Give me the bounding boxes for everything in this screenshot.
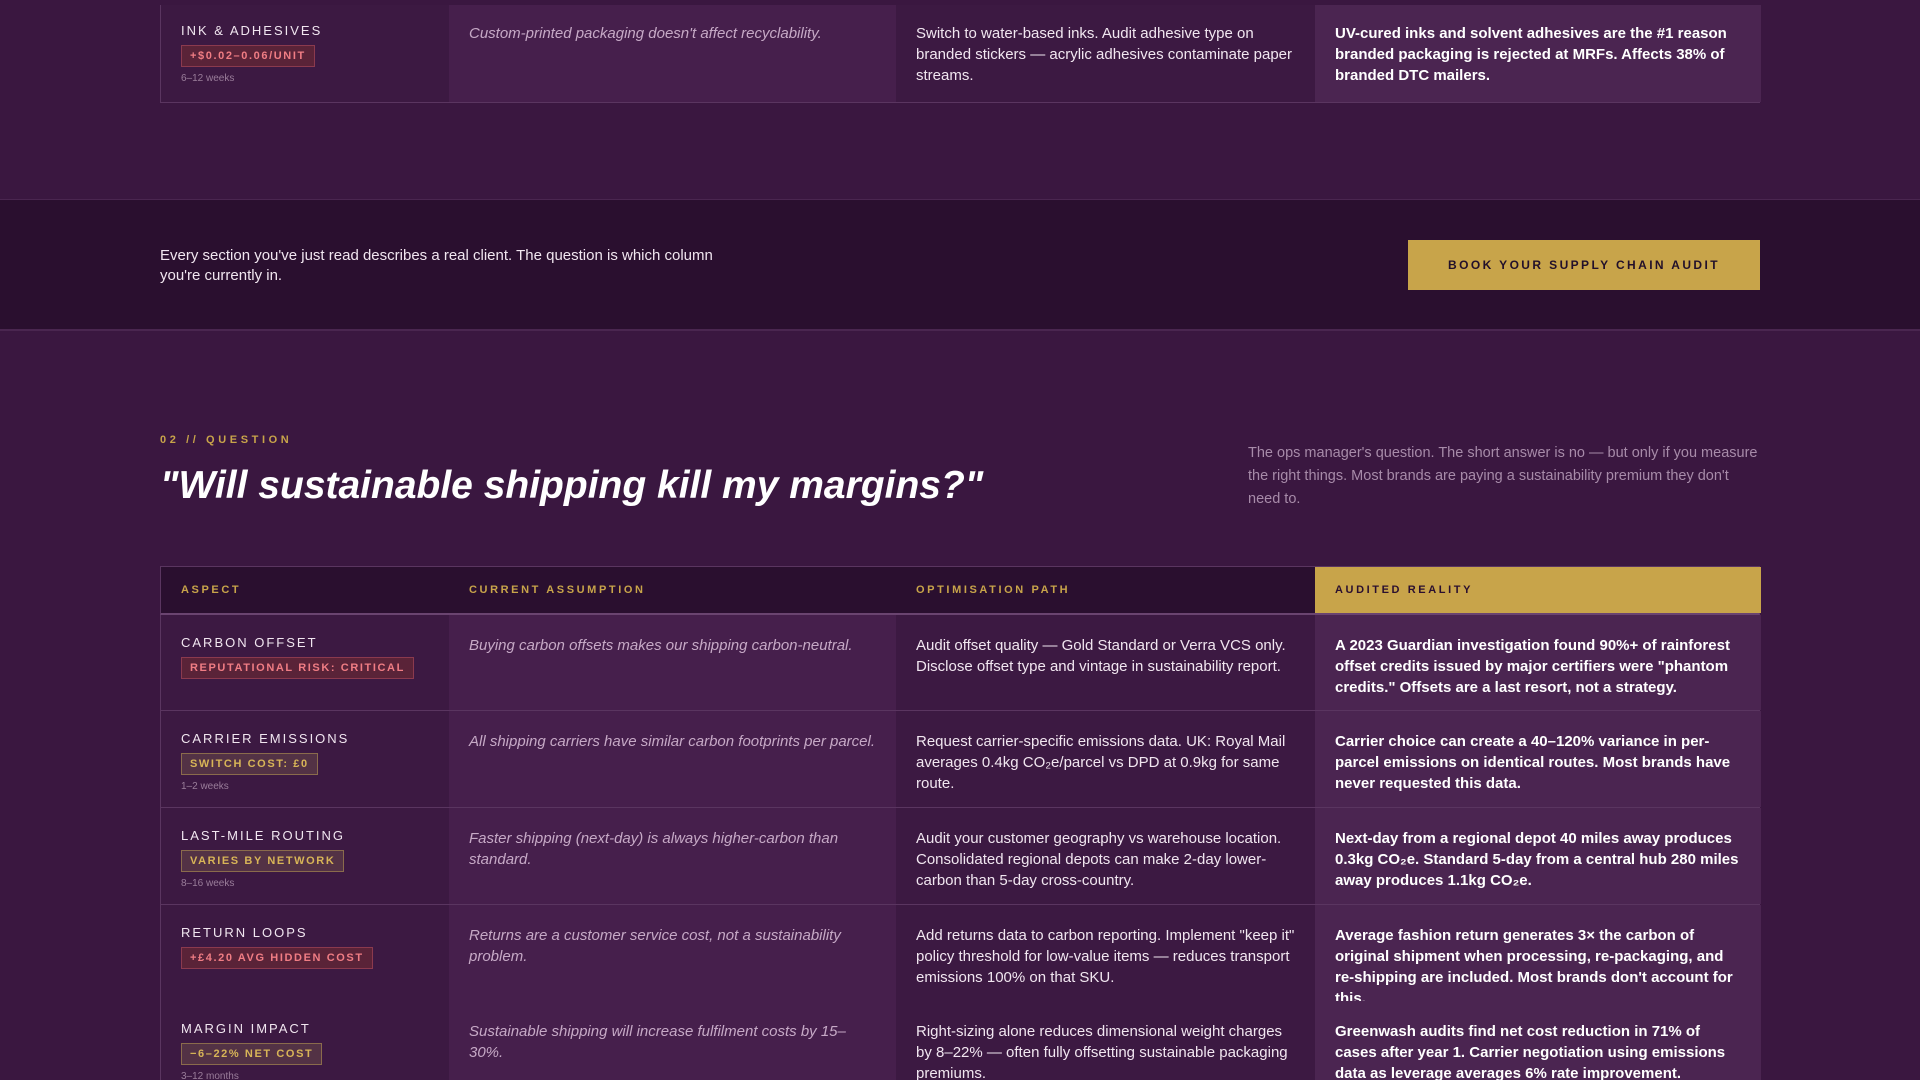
aspect-cell: RETURN LOOPS +£4.20 AVG HIDDEN COST	[161, 905, 449, 1009]
reality-cell: A 2023 Guardian investigation found 90%+…	[1315, 615, 1761, 710]
margins-comparison-table: ASPECT CURRENT ASSUMPTION OPTIMISATION P…	[160, 566, 1761, 1080]
reality-cell: Carrier choice can create a 40–120% vari…	[1315, 711, 1761, 807]
timeframe-label: 1–2 weeks	[181, 781, 229, 792]
aspect-name: CARBON OFFSET	[181, 635, 318, 650]
reality-cell: Average fashion return generates 3× the …	[1315, 905, 1761, 1009]
optimisation-cell: Audit your customer geography vs warehou…	[896, 808, 1315, 904]
timeframe-label: 3–12 months	[181, 1071, 239, 1080]
table-row: RETURN LOOPS +£4.20 AVG HIDDEN COST Retu…	[160, 905, 1761, 1009]
optimisation-cell: Add returns data to carbon reporting. Im…	[896, 905, 1315, 1009]
table-row: CARBON OFFSET REPUTATIONAL RISK: CRITICA…	[160, 615, 1761, 711]
aspect-name: LAST-MILE ROUTING	[181, 828, 346, 843]
optimisation-cell: Right-sizing alone reduces dimensional w…	[896, 1001, 1315, 1080]
assumption-cell: Buying carbon offsets makes our shipping…	[449, 615, 896, 710]
aspect-cell: CARBON OFFSET REPUTATIONAL RISK: CRITICA…	[161, 615, 449, 710]
section-description: The ops manager's question. The short an…	[1248, 445, 1758, 507]
table-row: INK & ADHESIVES +$0.02–0.06/UNIT 6–12 we…	[160, 5, 1761, 103]
header-assumption: CURRENT ASSUMPTION	[469, 584, 646, 596]
assumption-cell: Custom-printed packaging doesn't affect …	[449, 5, 896, 102]
aspect-name: INK & ADHESIVES	[181, 23, 323, 38]
reality-cell: Greenwash audits find net cost reduction…	[1315, 1001, 1761, 1080]
cost-badge: −6–22% NET COST	[181, 1043, 323, 1065]
aspect-name: CARRIER EMISSIONS	[181, 731, 350, 746]
reality-cell: UV-cured inks and solvent adhesives are …	[1315, 5, 1761, 102]
header-optimisation: OPTIMISATION PATH	[916, 584, 1071, 596]
cost-badge: SWITCH COST: £0	[181, 753, 318, 775]
header-aspect: ASPECT	[181, 584, 242, 596]
table-row: CARRIER EMISSIONS SWITCH COST: £0 1–2 we…	[160, 711, 1761, 808]
cost-badge: +£4.20 AVG HIDDEN COST	[181, 947, 373, 969]
aspect-cell: CARRIER EMISSIONS SWITCH COST: £0 1–2 we…	[161, 711, 449, 807]
table-row: LAST-MILE ROUTING VARIES BY NETWORK 8–16…	[160, 808, 1761, 905]
assumption-cell: Faster shipping (next-day) is always hig…	[449, 808, 896, 904]
table-header-row: ASPECT CURRENT ASSUMPTION OPTIMISATION P…	[160, 566, 1761, 615]
assumption-cell: All shipping carriers have similar carbo…	[449, 711, 896, 807]
cta-text: Every section you've just read describes…	[160, 247, 713, 284]
section-title: "Will sustainable shipping kill my margi…	[160, 464, 984, 507]
risk-badge: REPUTATIONAL RISK: CRITICAL	[181, 657, 414, 679]
table-row: MARGIN IMPACT −6–22% NET COST 3–12 month…	[160, 1001, 1761, 1080]
packaging-table-fragment: INK & ADHESIVES +$0.02–0.06/UNIT 6–12 we…	[160, 5, 1761, 103]
aspect-cell: INK & ADHESIVES +$0.02–0.06/UNIT 6–12 we…	[161, 5, 449, 102]
cost-badge: VARIES BY NETWORK	[181, 850, 345, 872]
aspect-name: MARGIN IMPACT	[181, 1021, 311, 1036]
cta-band: Every section you've just read describes…	[0, 199, 1920, 331]
optimisation-cell: Switch to water-based inks. Audit adhesi…	[896, 5, 1315, 102]
header-reality: AUDITED REALITY	[1315, 567, 1761, 613]
aspect-cell: LAST-MILE ROUTING VARIES BY NETWORK 8–16…	[161, 808, 449, 904]
aspect-name: RETURN LOOPS	[181, 925, 308, 940]
timeframe-label: 6–12 weeks	[181, 73, 235, 84]
aspect-cell: MARGIN IMPACT −6–22% NET COST 3–12 month…	[161, 1001, 449, 1080]
cost-badge: +$0.02–0.06/UNIT	[181, 45, 315, 67]
assumption-cell: Sustainable shipping will increase fulfi…	[449, 1001, 896, 1080]
section-eyebrow: 02 // QUESTION	[160, 434, 293, 446]
optimisation-cell: Audit offset quality — Gold Standard or …	[896, 615, 1315, 710]
timeframe-label: 8–16 weeks	[181, 878, 235, 889]
reality-cell: Next-day from a regional depot 40 miles …	[1315, 808, 1761, 904]
optimisation-cell: Request carrier-specific emissions data.…	[896, 711, 1315, 807]
book-audit-button[interactable]: BOOK YOUR SUPPLY CHAIN AUDIT	[1408, 240, 1760, 290]
assumption-cell: Returns are a customer service cost, not…	[449, 905, 896, 1009]
